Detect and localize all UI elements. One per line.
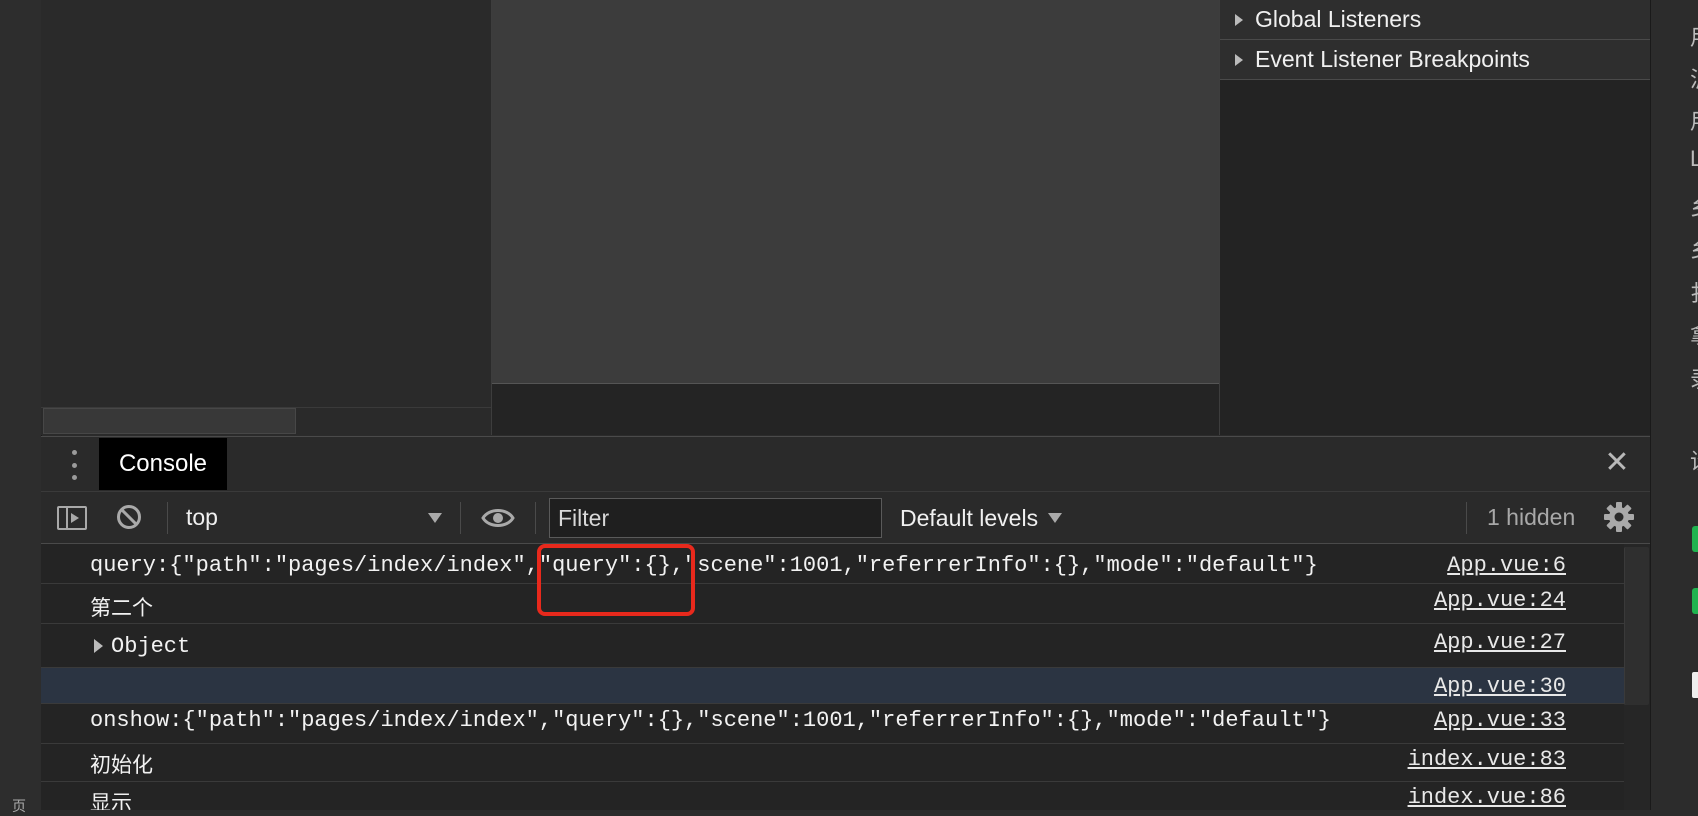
right-strip-glyph: L [1690,146,1698,171]
drawer-tab-bar [41,436,1650,492]
console-message-text: onshow:{"path":"pages/index/index","quer… [90,708,1332,733]
console-row: 第二个 App.vue:24 [41,584,1624,624]
console-source-link[interactable]: index.vue:86 [1408,785,1566,810]
console-row-selected: App.vue:30 [41,668,1624,704]
expand-triangle-icon [1235,53,1243,66]
right-strip-glyph: 设 [1690,444,1698,476]
console-source-link[interactable]: App.vue:33 [1434,708,1566,733]
hidden-count: 1 hidden [1487,504,1576,530]
right-strip-glyph: 扌 [1690,276,1698,308]
dropdown-arrow-icon [428,513,442,523]
console-message-text: 显示 [90,791,132,810]
console-row: 显示 index.vue:86 [41,782,1624,810]
console-source-link[interactable]: App.vue:24 [1434,588,1566,613]
left-outer-strip [0,0,42,810]
console-scrollbar-thumb[interactable] [1624,547,1649,705]
console-message-text: query:{"path":"pages/index/index","query… [90,553,1318,578]
gear-icon[interactable] [1603,501,1635,533]
console-source-link[interactable]: App.vue:6 [1447,553,1566,578]
console-message-text: 初始化 [90,753,153,777]
log-levels-dropdown[interactable]: Default levels [900,502,1063,534]
event-listener-breakpoints-section[interactable]: Event Listener Breakpoints [1220,40,1650,80]
levels-label: Default levels [900,504,1039,531]
filter-input[interactable] [549,498,882,538]
global-listeners-section[interactable]: Global Listeners [1220,0,1650,40]
toolbar-separator [535,502,536,534]
console-row: 初始化 index.vue:83 [41,744,1624,782]
elements-pane [41,0,492,435]
console-row: Object App.vue:27 [41,624,1624,668]
console-messages: query:{"path":"pages/index/index","query… [41,544,1624,810]
section-label: Global Listeners [1255,6,1422,32]
close-icon[interactable]: ✕ [1602,448,1632,478]
checkbox-edge[interactable] [1692,672,1698,698]
green-toggle-edge[interactable] [1692,526,1698,552]
left-strip-partial-text: 页 [12,798,26,814]
right-strip-glyph: 泸 [1690,62,1698,94]
toolbar-separator [1466,502,1467,534]
more-tabs-icon[interactable] [67,450,81,480]
right-strip-glyph: 用 [1690,20,1698,52]
console-message-text: 第二个 [90,596,153,620]
console-row: onshow:{"path":"pages/index/index","quer… [41,704,1624,744]
show-sidebar-icon[interactable] [57,506,87,530]
right-strip-glyph: 拿 [1690,318,1698,350]
expand-triangle-icon [1235,13,1243,26]
right-strip-glyph: 录 [1690,362,1698,394]
right-strip-glyph: 用 [1690,104,1698,136]
eye-icon[interactable] [481,505,515,531]
console-message-text: Object [111,634,191,659]
preview-area [492,0,1219,384]
section-label: Event Listener Breakpoints [1255,46,1530,72]
console-source-link[interactable]: App.vue:30 [1434,674,1566,699]
clear-console-icon[interactable] [117,505,141,529]
horizontal-scrollbar[interactable] [43,408,296,434]
console-source-link[interactable]: index.vue:83 [1408,747,1566,772]
right-strip-glyph: 乡 [1690,232,1698,264]
console-row: query:{"path":"pages/index/index","query… [41,544,1624,584]
toolbar-separator [460,502,461,534]
console-source-link[interactable]: App.vue:27 [1434,630,1566,655]
console-object[interactable]: Object [94,634,190,659]
green-toggle-edge[interactable] [1692,588,1698,614]
right-strip-glyph: 乡 [1690,190,1698,222]
expand-triangle-icon [94,639,103,654]
context-value: top [186,504,218,530]
dropdown-arrow-icon [1048,513,1063,523]
tab-console[interactable]: Console [99,438,227,490]
